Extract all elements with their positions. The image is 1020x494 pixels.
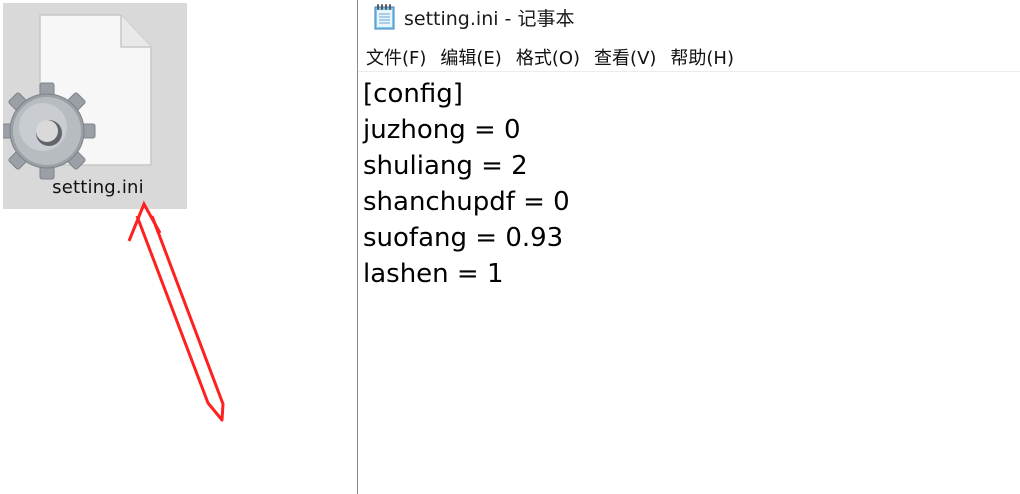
title-bar[interactable]: setting.ini - 记事本 — [358, 0, 1020, 36]
editor-line: juzhong = 0 — [363, 115, 521, 145]
screen: setting.ini setting.ini - 记事本 文件(F) 编辑(E… — [0, 0, 1020, 494]
menu-file[interactable]: 文件(F) — [366, 42, 432, 72]
menu-format[interactable]: 格式(O) — [516, 42, 586, 72]
menu-view[interactable]: 查看(V) — [594, 42, 662, 72]
editor-line: shanchupdf = 0 — [363, 187, 570, 217]
editor-line: lashen = 1 — [363, 259, 504, 289]
gear-document-icon — [3, 14, 152, 180]
file-name-label: setting.ini — [52, 177, 144, 198]
editor-line: [config] — [363, 79, 463, 109]
window-title: setting.ini - 记事本 — [404, 8, 575, 30]
text-editor-area[interactable]: [config] juzhong = 0 shuliang = 2 shanch… — [363, 76, 1013, 486]
red-arrow-annotation — [127, 200, 225, 422]
menu-bar: 文件(F) 编辑(E) 格式(O) 查看(V) 帮助(H) — [358, 42, 1020, 72]
notepad-icon — [374, 4, 395, 30]
menu-edit[interactable]: 编辑(E) — [440, 42, 507, 72]
editor-line: suofang = 0.93 — [363, 223, 564, 253]
menu-help[interactable]: 帮助(H) — [670, 42, 740, 72]
notepad-window[interactable]: setting.ini - 记事本 文件(F) 编辑(E) 格式(O) 查看(V… — [357, 0, 1020, 494]
editor-line: shuliang = 2 — [363, 151, 528, 181]
desktop-file-setting-ini[interactable]: setting.ini — [3, 3, 187, 209]
